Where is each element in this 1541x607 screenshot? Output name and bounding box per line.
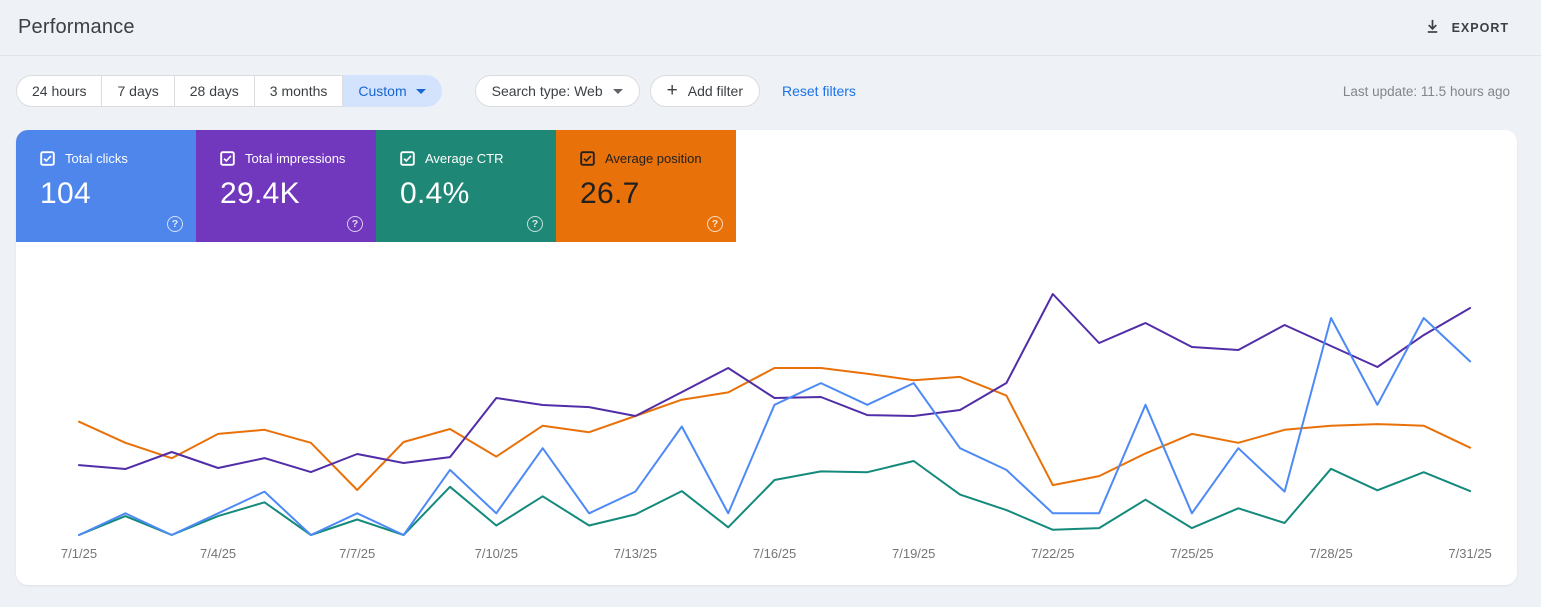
metric-card-average-ctr[interactable]: Average CTR 0.4%? — [376, 130, 556, 242]
help-icon[interactable]: ? — [527, 216, 543, 232]
date-range-label: Custom — [358, 83, 407, 99]
date-range-label: 24 hours — [32, 83, 87, 99]
x-axis-tick-label: 7/10/25 — [475, 546, 518, 561]
metric-card-value: 0.4% — [400, 177, 470, 210]
x-axis-tick-label: 7/7/25 — [339, 546, 375, 561]
checkbox-checked-icon[interactable] — [40, 151, 55, 166]
series-line-ctr — [78, 460, 1472, 536]
checkbox-checked-icon[interactable] — [220, 151, 235, 166]
x-axis-tick-label: 7/28/25 — [1309, 546, 1352, 561]
search-type-label: Search type: Web — [491, 83, 603, 99]
help-icon[interactable]: ? — [167, 216, 183, 232]
metric-card-total-clicks[interactable]: Total clicks 104? — [16, 130, 196, 242]
series-line-impressions — [78, 293, 1472, 474]
performance-chart-card: Total clicks 104? Total impressions 29.4K? A… — [16, 130, 1517, 585]
checkbox-checked-icon[interactable] — [400, 151, 415, 166]
x-axis-tick-label: 7/13/25 — [614, 546, 657, 561]
metric-card-label: Average CTR — [425, 151, 504, 166]
metric-card-label: Total clicks — [65, 151, 128, 166]
x-axis-tick-label: 7/1/25 — [61, 546, 97, 561]
metric-card-label: Total impressions — [245, 151, 346, 166]
date-range-label: 3 months — [269, 83, 328, 99]
date-range-label: 28 days — [189, 83, 239, 99]
page-title: Performance — [18, 16, 135, 38]
x-axis-tick-label: 7/22/25 — [1031, 546, 1074, 561]
chevron-down-icon — [415, 88, 426, 94]
x-axis-tick-label: 7/4/25 — [200, 546, 236, 561]
date-range-3-months[interactable]: 3 months — [254, 75, 344, 107]
export-label: EXPORT — [1451, 20, 1509, 35]
series-line-position — [78, 367, 1472, 491]
metric-card-total-impressions[interactable]: Total impressions 29.4K? — [196, 130, 376, 242]
filter-toolbar: 24 hours 7 days 28 days 3 months Custom Sear… — [0, 75, 1541, 107]
metric-card-value: 104 — [40, 177, 91, 210]
last-update-text: Last update: 11.5 hours ago — [1342, 83, 1510, 99]
add-filter-button[interactable]: + Add filter — [649, 75, 760, 107]
help-icon[interactable]: ? — [707, 216, 723, 232]
checkbox-checked-icon[interactable] — [580, 151, 595, 166]
x-axis-tick-label: 7/25/25 — [1170, 546, 1213, 561]
metric-card-value: 26.7 — [580, 177, 640, 210]
x-axis-tick-label: 7/31/25 — [1448, 546, 1491, 561]
metric-card-label: Average position — [605, 151, 702, 166]
x-axis-tick-label: 7/16/25 — [753, 546, 796, 561]
performance-line-chart[interactable]: 7/1/25 7/4/25 7/7/25 7/10/25 7/13/25 7/16/25 7… — [16, 242, 1517, 585]
date-range-24-hours[interactable]: 24 hours — [16, 75, 103, 107]
x-axis-tick-label: 7/19/25 — [892, 546, 935, 561]
help-icon[interactable]: ? — [347, 216, 363, 232]
series-line-clicks — [78, 317, 1472, 536]
metric-card-value: 29.4K — [220, 177, 300, 210]
add-filter-label: Add filter — [687, 83, 743, 99]
download-icon — [1424, 18, 1441, 38]
metric-card-average-position[interactable]: Average position 26.7? — [556, 130, 736, 242]
metric-cards-row: Total clicks 104? Total impressions 29.4K? A… — [16, 130, 1517, 242]
search-type-dropdown[interactable]: Search type: Web — [474, 75, 640, 107]
plus-icon: + — [666, 79, 678, 101]
date-range-label: 7 days — [117, 83, 159, 99]
date-range-28-days[interactable]: 28 days — [174, 75, 255, 107]
reset-filters-link[interactable]: Reset filters — [782, 83, 856, 99]
date-range-selector: 24 hours 7 days 28 days 3 months Custom — [16, 75, 442, 107]
export-button[interactable]: EXPORT — [1424, 18, 1509, 38]
page-header: Performance EXPORT — [0, 0, 1541, 56]
date-range-custom[interactable]: Custom — [343, 75, 442, 107]
chevron-down-icon — [612, 88, 623, 94]
date-range-7-days[interactable]: 7 days — [102, 75, 175, 107]
